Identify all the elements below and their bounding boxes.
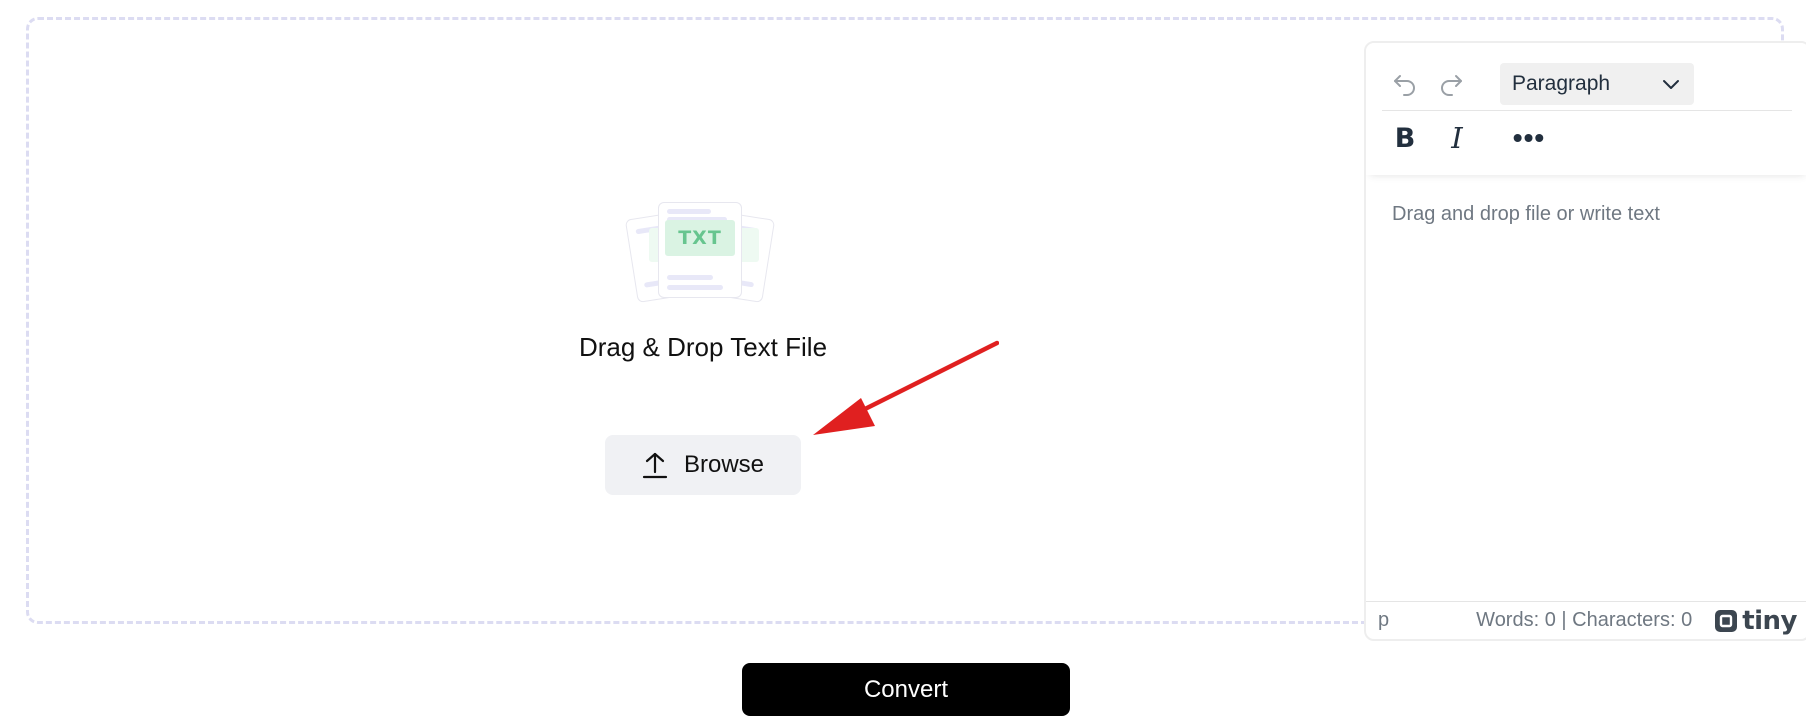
redo-button[interactable]	[1428, 64, 1474, 104]
toolbar-row-primary: Paragraph	[1382, 57, 1792, 111]
bold-icon: B	[1394, 122, 1416, 154]
convert-button[interactable]: Convert	[742, 663, 1070, 716]
browse-button[interactable]: Browse	[605, 435, 801, 495]
undo-button[interactable]	[1382, 64, 1428, 104]
toolbar-row-secondary: B I •••	[1382, 113, 1552, 163]
block-format-select[interactable]: Paragraph	[1500, 62, 1694, 105]
element-path[interactable]: p	[1378, 609, 1389, 632]
browse-label: Browse	[683, 451, 765, 478]
undo-icon	[1394, 74, 1415, 96]
more-options-button[interactable]: •••	[1506, 118, 1552, 158]
editor-toolbar: Paragraph B I •••	[1366, 43, 1806, 175]
rich-text-editor[interactable]: Paragraph B I ••• Drag and drop file or …	[1364, 41, 1806, 641]
file-dropzone[interactable]: TXT Drag & Drop Text File Browse Paragra…	[26, 17, 1806, 641]
bold-button[interactable]: B	[1382, 118, 1428, 158]
word-count[interactable]: Words: 0 | Characters: 0	[1476, 609, 1692, 632]
upload-icon	[642, 452, 668, 479]
italic-icon: I	[1451, 121, 1463, 155]
tiny-logo-icon	[1715, 609, 1738, 632]
editor-content-placeholder[interactable]: Drag and drop file or write text	[1392, 203, 1660, 226]
redo-icon	[1441, 74, 1462, 96]
italic-button[interactable]: I	[1434, 118, 1480, 158]
more-icon: •••	[1512, 122, 1546, 153]
txt-badge: TXT	[665, 220, 735, 256]
block-format-value: Paragraph	[1512, 71, 1611, 95]
txt-file-illustration: TXT	[624, 200, 776, 303]
chevron-down-icon	[1663, 79, 1679, 89]
annotation-arrow	[813, 340, 999, 435]
tiny-logo-text: tiny	[1742, 605, 1797, 636]
editor-statusbar: p Words: 0 | Characters: 0 tiny	[1366, 601, 1806, 639]
tiny-logo[interactable]: tiny	[1714, 606, 1797, 636]
dropzone-title: Drag & Drop Text File	[578, 332, 828, 362]
